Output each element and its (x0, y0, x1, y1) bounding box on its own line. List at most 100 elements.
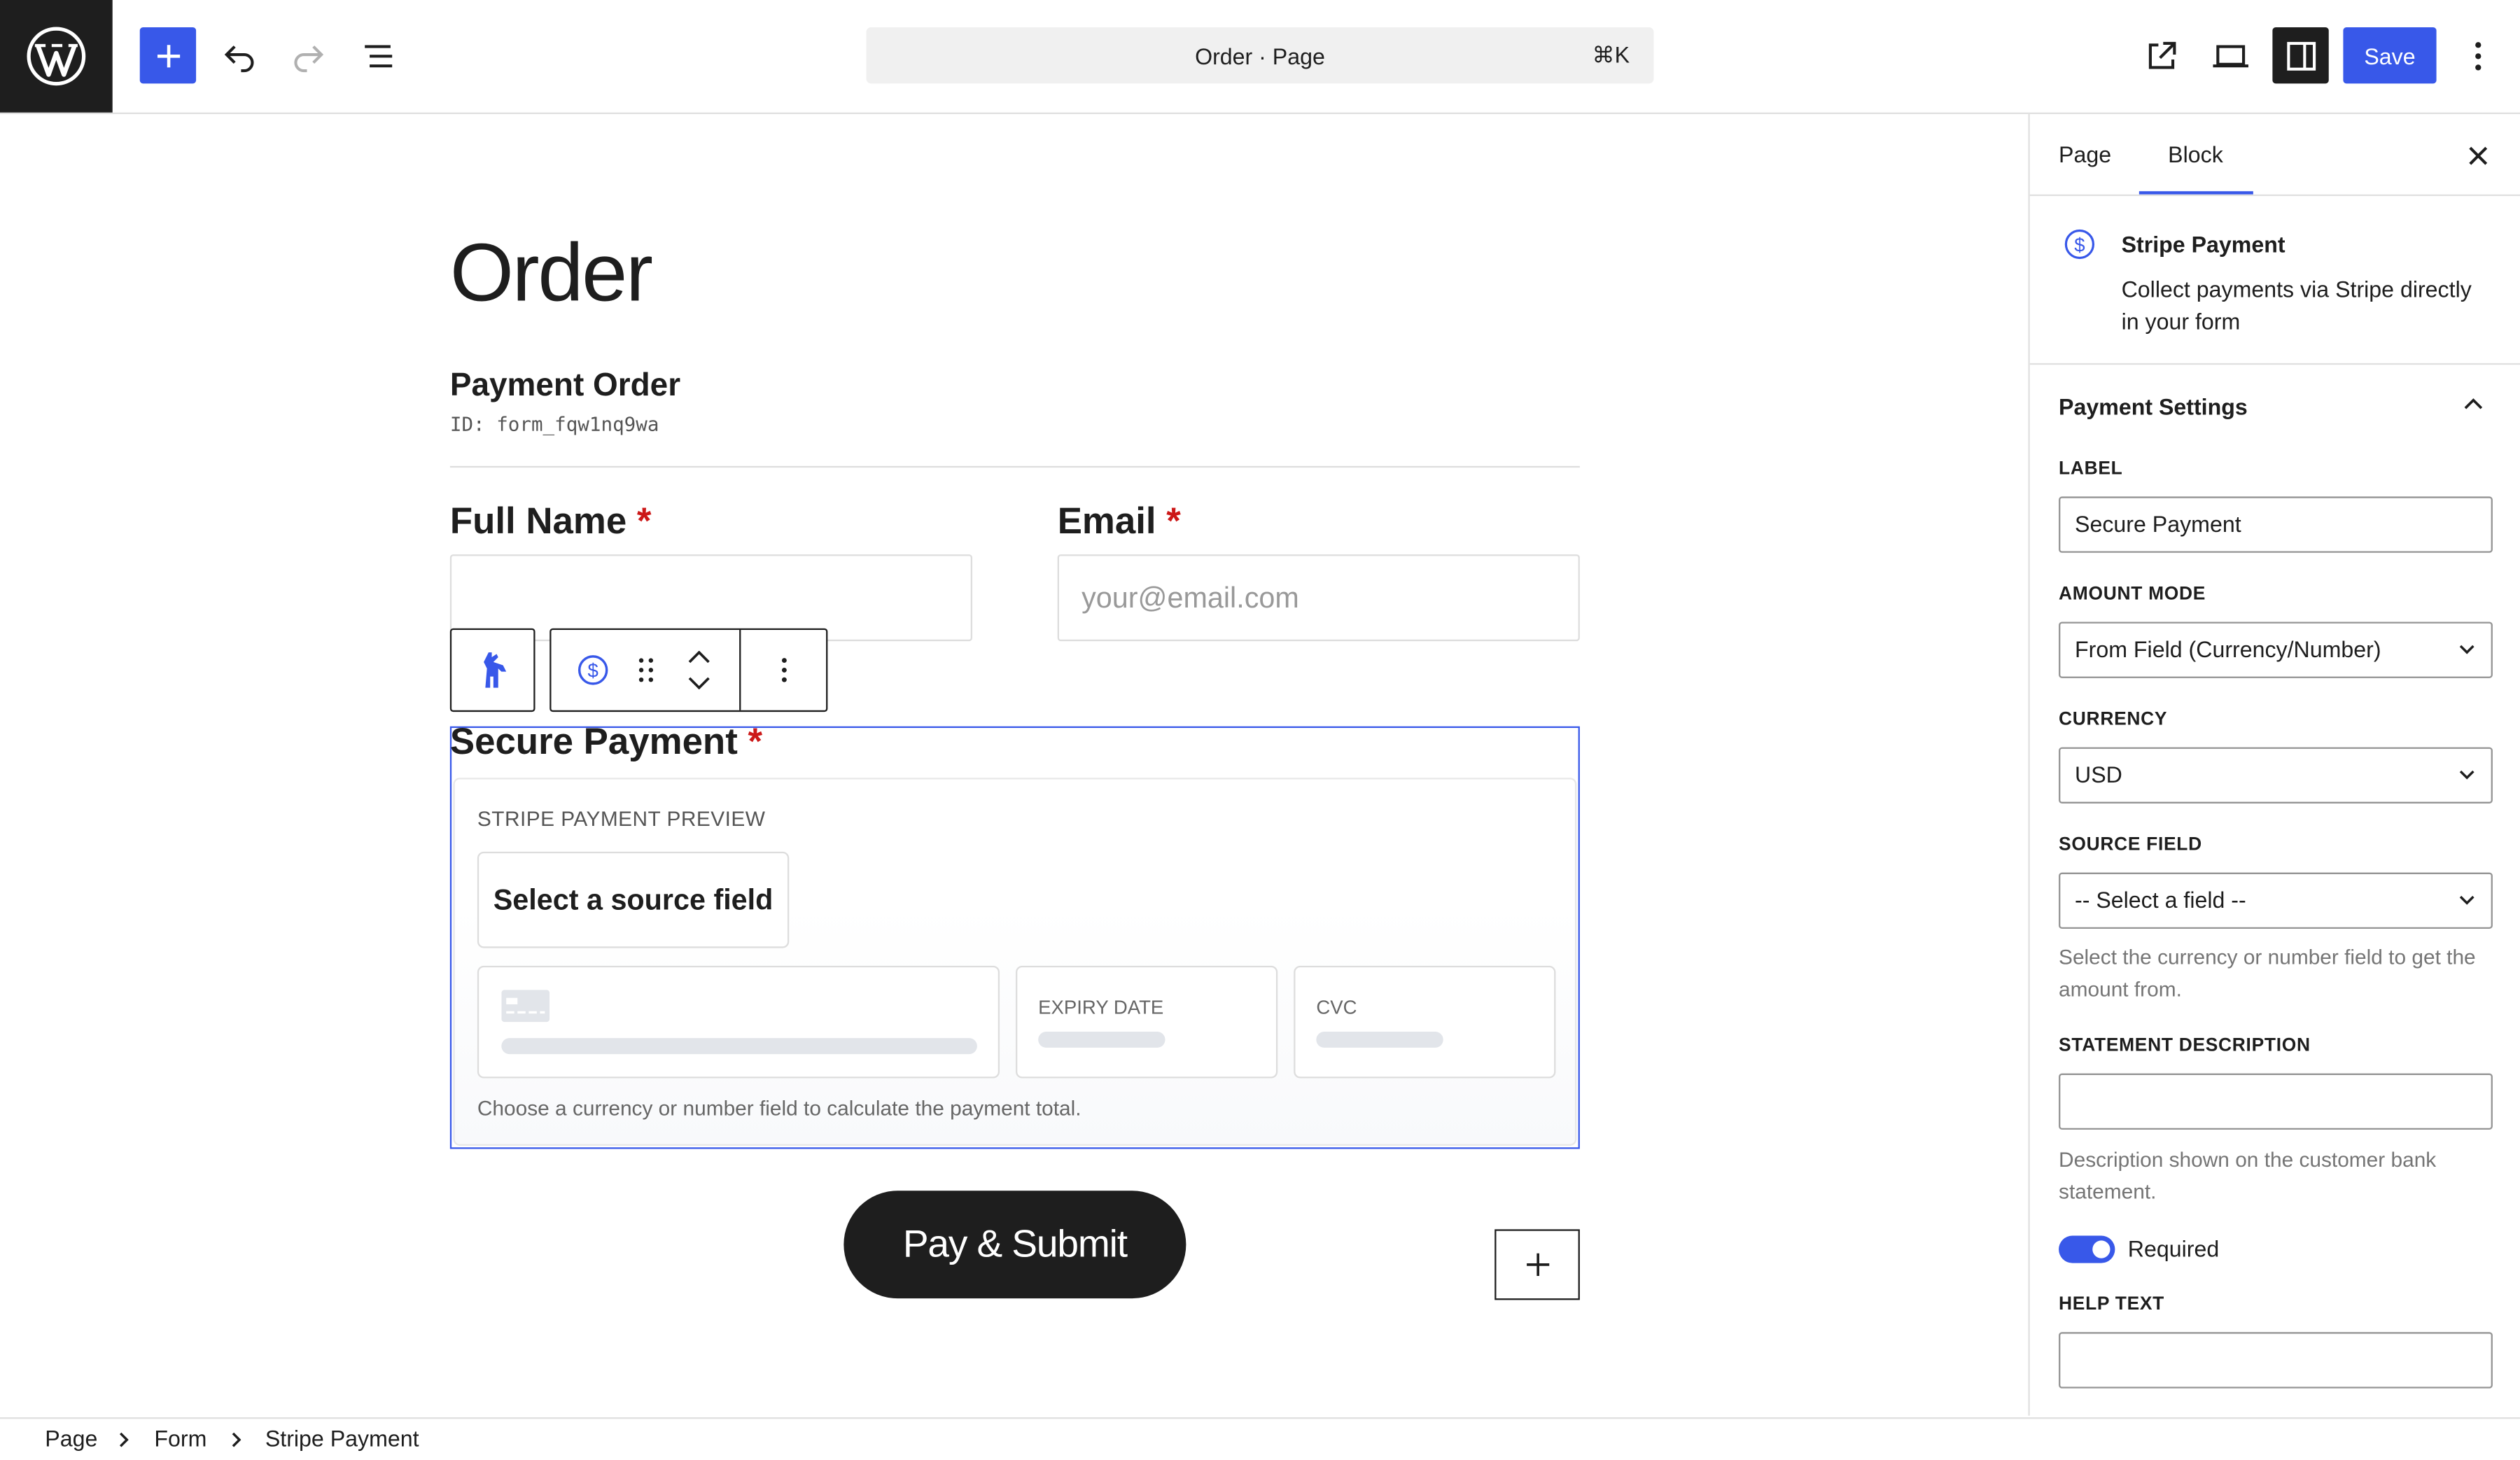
chevron-down-icon (2459, 895, 2474, 905)
chevron-right-icon (119, 1432, 129, 1447)
block-parent-button[interactable] (449, 628, 536, 713)
form-name: Payment Order (449, 367, 681, 404)
close-icon (2469, 146, 2488, 165)
undo-button[interactable] (211, 27, 267, 83)
payment-field-label: Secure Payment * (450, 720, 762, 764)
email-label: Email * (1058, 500, 1181, 543)
wordpress-icon (27, 27, 86, 86)
stripe-payment-preview: STRIPE PAYMENT PREVIEW Select a source f… (453, 778, 1577, 1146)
breadcrumb: Page Form Stripe Payment (0, 1417, 2520, 1459)
full-name-label-text: Full Name (449, 500, 627, 542)
currency-value: USD (2075, 761, 2122, 787)
list-view-icon (364, 44, 392, 67)
payment-label-text: Secure Payment (449, 720, 738, 762)
amount-mode-value: From Field (Currency/Number) (2075, 636, 2381, 662)
source-field-value: -- Select a field -- (2075, 887, 2246, 913)
amount-mode-caption: AMOUNT MODE (2059, 584, 2206, 605)
inserter-button[interactable] (1494, 1229, 1580, 1300)
toggle-knob (2092, 1240, 2110, 1258)
help-text-caption: HELP TEXT (2059, 1295, 2165, 1315)
required-mark: * (748, 720, 763, 762)
command-shortcut: ⌘K (1592, 41, 1630, 68)
cvc-field: CVC (1294, 965, 1556, 1079)
page-title[interactable]: Order (450, 225, 653, 319)
currency-select[interactable]: USD (2059, 747, 2493, 803)
editor-canvas: Order Payment Order ID: form_fqw1nq9wa F… (0, 114, 2029, 1416)
tab-block[interactable]: Block (2168, 114, 2223, 195)
chevron-right-icon (232, 1432, 241, 1447)
more-vertical-icon (2474, 41, 2481, 70)
label-caption: LABEL (2059, 459, 2123, 479)
preview-help-text: Choose a currency or number field to cal… (477, 1095, 1082, 1121)
view-page-button[interactable] (2133, 27, 2189, 83)
breadcrumb-page[interactable]: Page (45, 1419, 97, 1459)
label-input[interactable]: Secure Payment (2059, 496, 2493, 553)
block-card-divider (2029, 363, 2520, 365)
settings-sidebar-toggle[interactable] (2272, 27, 2329, 84)
full-name-label: Full Name * (450, 500, 652, 543)
block-options-button[interactable] (741, 630, 826, 710)
statement-description-input[interactable] (2059, 1073, 2493, 1130)
required-label: Required (2127, 1235, 2220, 1262)
required-mark: * (636, 500, 652, 542)
redo-button[interactable] (279, 27, 335, 83)
giraffe-icon (482, 652, 506, 688)
expiry-date-field: EXPIRY DATE (1016, 965, 1278, 1079)
preview-label: STRIPE PAYMENT PREVIEW (477, 806, 766, 831)
pay-submit-button[interactable]: Pay & Submit (844, 1191, 1186, 1299)
select-source-field-button[interactable]: Select a source field (477, 851, 790, 948)
form-id: ID: form_fqw1nq9wa (449, 413, 659, 436)
stripe-dollar-icon: $ (2064, 229, 2095, 260)
source-field-help: Select the currency or number field to g… (2059, 944, 2476, 1002)
statement-help: Description shown on the customer bank s… (2059, 1147, 2437, 1204)
chevron-down-icon (2459, 645, 2474, 654)
options-button[interactable] (2449, 27, 2505, 83)
drag-handle[interactable] (635, 630, 657, 710)
external-link-icon (2148, 41, 2176, 69)
panel-title[interactable]: Payment Settings (2059, 393, 2248, 419)
block-card-description: Collect payments via Stripe directly in … (2121, 276, 2472, 335)
expiry-skeleton (1038, 1031, 1166, 1048)
block-type-button[interactable]: $ (551, 630, 634, 710)
svg-text:$: $ (588, 660, 598, 682)
required-mark: * (1166, 500, 1181, 542)
plus-icon (156, 44, 179, 67)
document-overview-button[interactable] (351, 27, 407, 83)
save-button[interactable]: Save (2343, 27, 2437, 84)
amount-mode-select[interactable]: From Field (Currency/Number) (2059, 622, 2493, 678)
move-down-icon[interactable] (687, 677, 709, 689)
desktop-icon (2212, 44, 2248, 67)
drag-handle-icon (638, 658, 654, 682)
move-buttons (657, 629, 741, 710)
expiry-label: EXPIRY DATE (1038, 996, 1164, 1019)
currency-caption: CURRENCY (2059, 710, 2168, 730)
close-sidebar-button[interactable] (2460, 138, 2496, 174)
help-text-input[interactable] (2059, 1332, 2493, 1389)
credit-card-icon (501, 990, 550, 1023)
editor-header: Order · Page ⌘K Save (0, 0, 2520, 115)
sidebar-icon (2286, 41, 2316, 70)
breadcrumb-form[interactable]: Form (154, 1419, 206, 1459)
block-card-title: Stripe Payment (2121, 231, 2286, 258)
chevron-down-icon (2459, 770, 2474, 780)
undo-icon (223, 44, 253, 71)
wordpress-logo-button[interactable] (0, 0, 113, 113)
tab-page[interactable]: Page (2059, 114, 2111, 195)
command-palette-button[interactable]: Order · Page ⌘K (866, 27, 1654, 84)
redo-icon (293, 44, 323, 71)
chevron-up-icon[interactable] (2464, 397, 2484, 409)
card-number-field (477, 965, 1000, 1079)
card-number-skeleton (501, 1038, 977, 1055)
block-toolbar: $ (550, 628, 828, 713)
cvc-label: CVC (1316, 996, 1357, 1019)
device-preview-button[interactable] (2202, 27, 2258, 83)
settings-sidebar: Page Block $ Stripe Payment Collect paym… (2028, 114, 2520, 1416)
add-block-button[interactable] (139, 27, 197, 84)
email-placeholder: your@email.com (1082, 582, 1299, 615)
required-toggle[interactable] (2059, 1235, 2115, 1263)
move-up-icon[interactable] (687, 650, 709, 664)
breadcrumb-stripe-payment[interactable]: Stripe Payment (265, 1419, 419, 1459)
form-divider (449, 465, 1580, 468)
email-input[interactable]: your@email.com (1057, 554, 1580, 642)
source-field-select[interactable]: -- Select a field -- (2059, 872, 2493, 929)
